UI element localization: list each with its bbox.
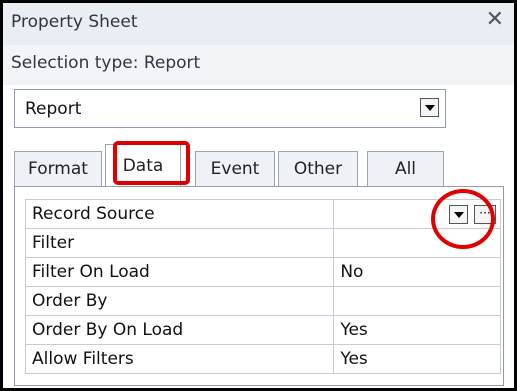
property-value[interactable] <box>333 286 501 316</box>
property-name: Record Source <box>24 199 335 229</box>
property-name: Order By On Load <box>24 315 335 345</box>
property-sheet-panel: Property Sheet ✕ Selection type: Report … <box>0 0 517 391</box>
selection-type-row: Selection type: Report <box>3 45 514 85</box>
property-row-record-source[interactable]: Record Source ··· <box>24 199 501 229</box>
property-row-filter-on-load[interactable]: Filter On Load No <box>24 257 501 287</box>
tab-event[interactable]: Event <box>195 151 275 186</box>
property-name: Order By <box>24 286 335 316</box>
panel-header: Property Sheet ✕ <box>3 3 514 45</box>
dropdown-highlight-circle <box>431 189 495 249</box>
property-grid: Record Source ··· Filter Filter On Load … <box>24 199 501 374</box>
close-icon[interactable]: ✕ <box>486 9 504 31</box>
chevron-down-icon[interactable] <box>420 98 439 117</box>
tab-format[interactable]: Format <box>14 151 102 186</box>
panel-title: Property Sheet <box>11 12 138 32</box>
property-name: Filter On Load <box>24 257 335 287</box>
property-value[interactable]: No <box>333 257 501 287</box>
selection-type-label: Selection type: Report <box>11 53 201 73</box>
object-selector-value: Report <box>25 99 82 119</box>
property-value[interactable]: Yes <box>333 315 501 345</box>
property-tabs: Format Data Event Other All <box>14 141 504 186</box>
property-value[interactable]: Yes <box>333 344 501 374</box>
property-row-order-by-on-load[interactable]: Order By On Load Yes <box>24 315 501 345</box>
property-name: Filter <box>24 228 335 258</box>
data-tab-highlight <box>113 141 190 185</box>
tab-all[interactable]: All <box>367 151 444 186</box>
property-row-allow-filters[interactable]: Allow Filters Yes <box>24 344 501 374</box>
property-row-order-by[interactable]: Order By <box>24 286 501 316</box>
tab-other[interactable]: Other <box>278 151 358 186</box>
property-name: Allow Filters <box>24 344 335 374</box>
property-row-filter[interactable]: Filter <box>24 228 501 258</box>
object-selector-dropdown[interactable]: Report <box>14 89 446 128</box>
